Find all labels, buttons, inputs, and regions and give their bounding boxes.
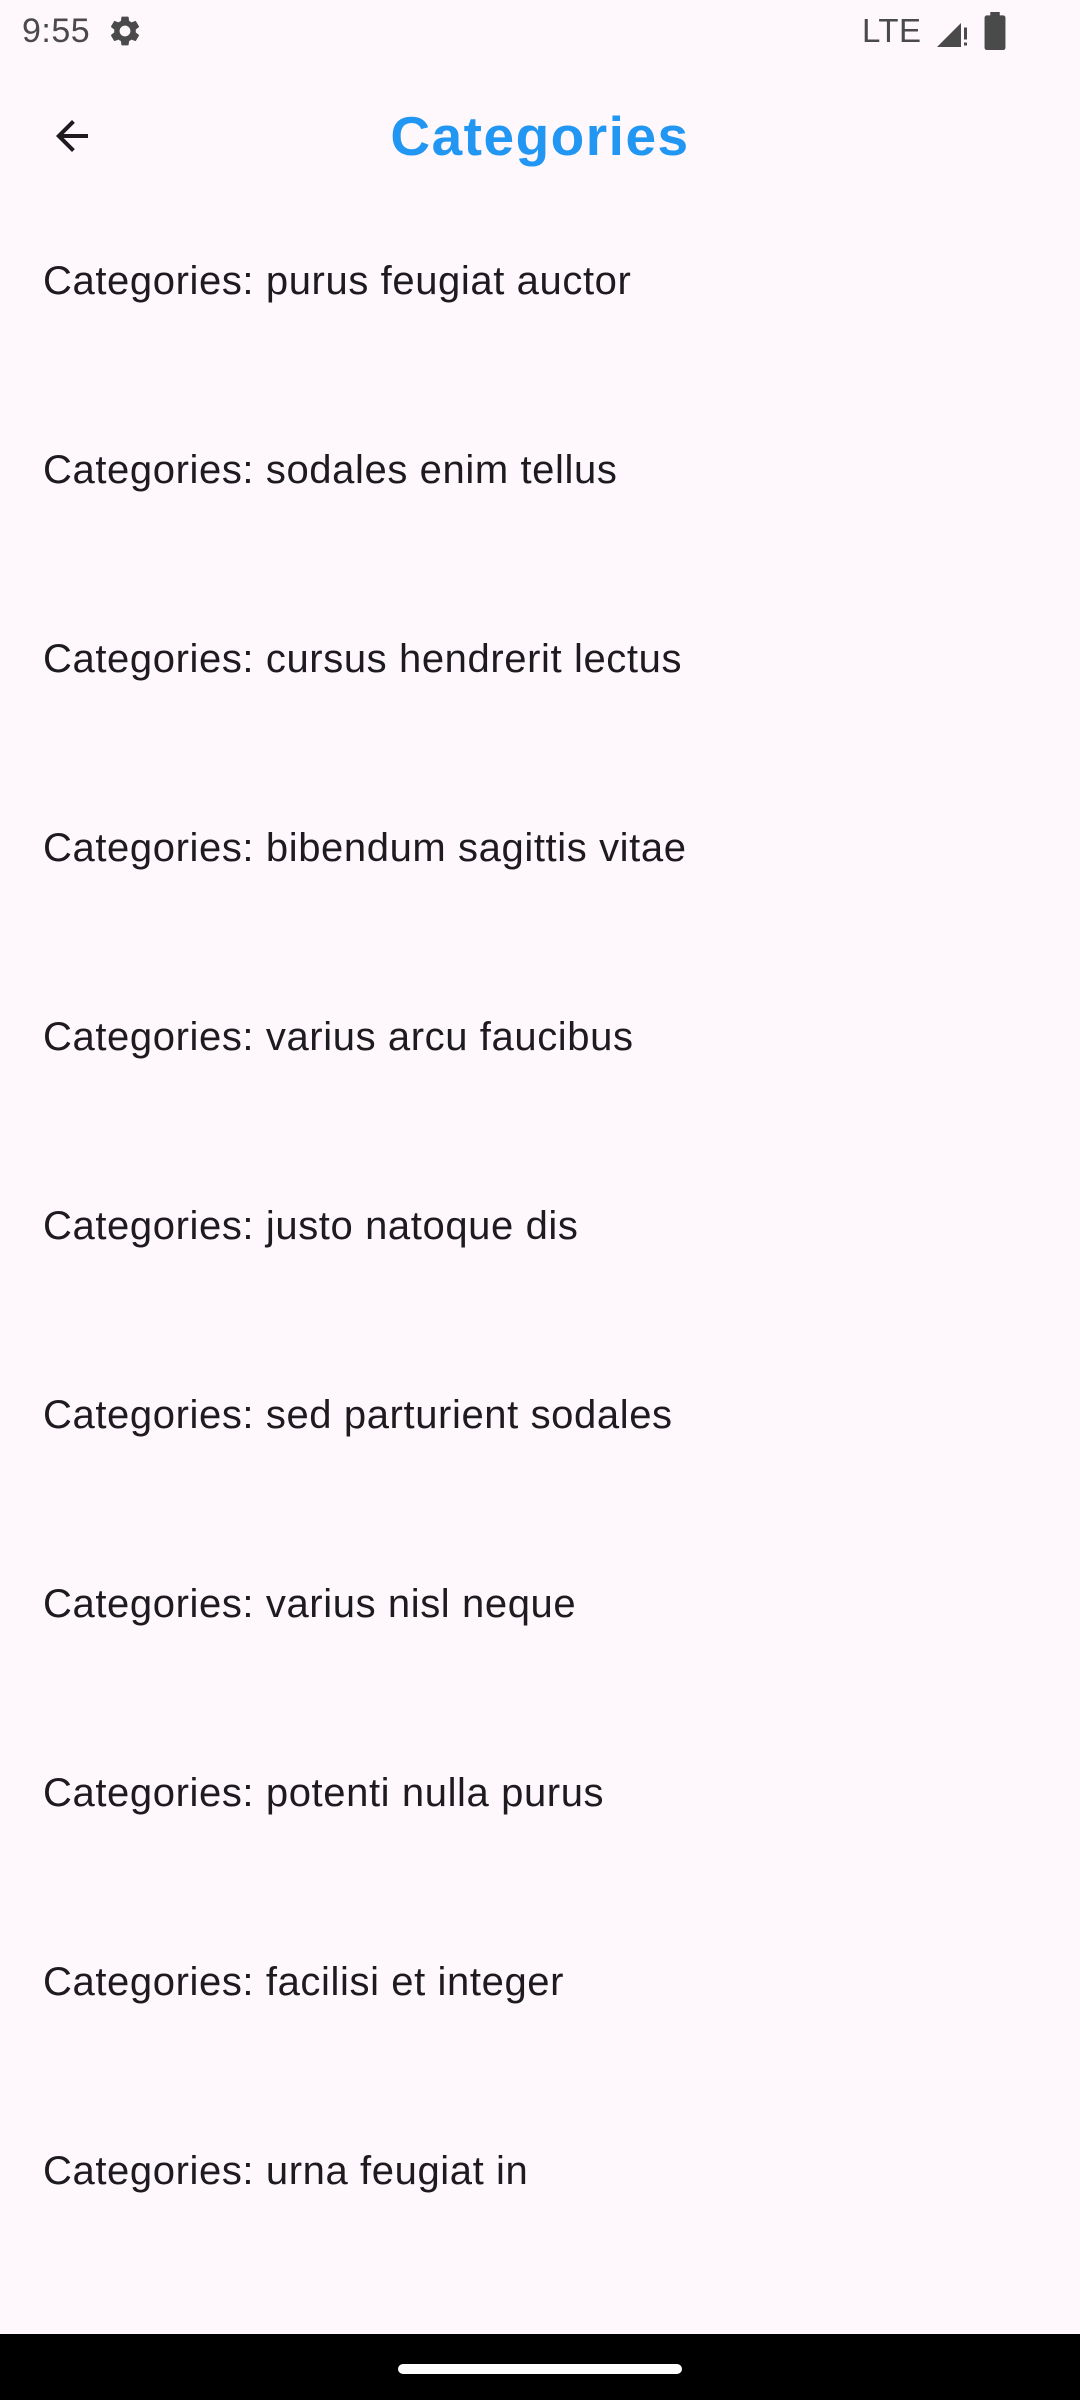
list-item[interactable]: Categories: cursus hendrerit lectus bbox=[0, 565, 1080, 754]
list-item-label: Categories: justo natoque dis bbox=[43, 1204, 579, 1248]
list-item[interactable]: Categories: urna feugiat in bbox=[0, 2077, 1080, 2266]
list-item-label: Categories: purus feugiat auctor bbox=[43, 259, 632, 303]
gear-icon bbox=[110, 16, 140, 46]
list-item[interactable]: Categories: bibendum sagittis vitae bbox=[0, 754, 1080, 943]
battery-icon bbox=[984, 12, 1006, 50]
list-item[interactable]: Categories: varius nisl neque bbox=[0, 1510, 1080, 1699]
list-item[interactable]: Categories: facilisi et integer bbox=[0, 1888, 1080, 2077]
categories-list: Categories: purus feugiat auctor Categor… bbox=[0, 187, 1080, 2266]
list-item-label: Categories: varius nisl neque bbox=[43, 1582, 577, 1626]
list-item-label: Categories: bibendum sagittis vitae bbox=[43, 826, 687, 870]
list-item[interactable]: Categories: purus feugiat auctor bbox=[0, 187, 1080, 376]
list-item-label: Categories: potenti nulla purus bbox=[43, 1771, 605, 1815]
list-item[interactable]: Categories: sed parturient sodales bbox=[0, 1321, 1080, 1510]
network-type: LTE bbox=[862, 12, 922, 49]
home-gesture-handle[interactable] bbox=[398, 2364, 682, 2374]
list-item-label: Categories: cursus hendrerit lectus bbox=[43, 637, 683, 681]
signal-icon bbox=[937, 23, 967, 47]
list-item[interactable]: Categories: varius arcu faucibus bbox=[0, 943, 1080, 1132]
list-item[interactable]: Categories: potenti nulla purus bbox=[0, 1699, 1080, 1888]
status-time: 9:55 bbox=[22, 12, 91, 50]
list-item-label: Categories: facilisi et integer bbox=[43, 1960, 565, 2004]
list-item[interactable]: Categories: sodales enim tellus bbox=[0, 376, 1080, 565]
list-item[interactable]: Categories: justo natoque dis bbox=[0, 1132, 1080, 1321]
status-bar: 9:55 LTE bbox=[0, 0, 1080, 62]
list-item-label: Categories: varius arcu faucibus bbox=[43, 1015, 634, 1059]
list-item-label: Categories: urna feugiat in bbox=[43, 2149, 529, 2193]
page-title: Categories bbox=[390, 105, 690, 167]
list-item-label: Categories: sed parturient sodales bbox=[43, 1393, 673, 1437]
list-item-label: Categories: sodales enim tellus bbox=[43, 448, 618, 492]
